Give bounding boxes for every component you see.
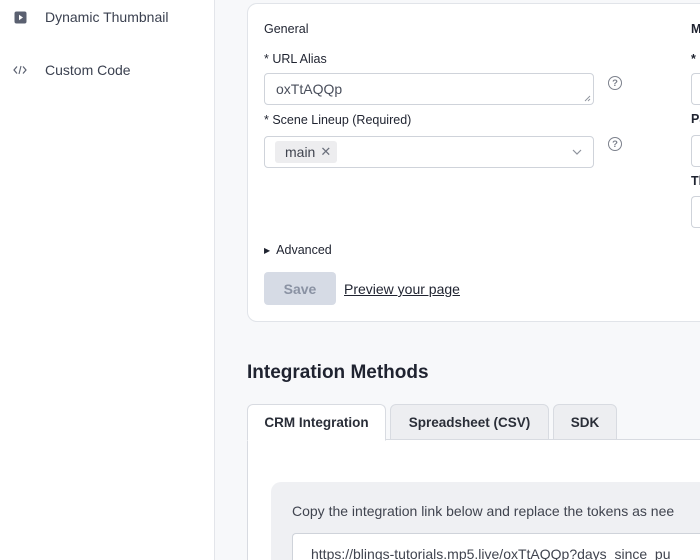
- sidebar-item-custom-code[interactable]: Custom Code: [0, 53, 214, 87]
- right-field-label-1: *: [691, 52, 696, 66]
- sidebar-item-label: Dynamic Thumbnail: [45, 9, 169, 25]
- scene-lineup-select[interactable]: main ✕: [264, 136, 594, 168]
- main-content: General * URL Alias oxTtAQQp ? * Scene L…: [215, 0, 700, 560]
- play-square-icon: [12, 9, 28, 25]
- right-field-label-2: Pa: [691, 112, 700, 126]
- help-icon[interactable]: ?: [608, 137, 622, 151]
- remove-tag-icon[interactable]: ✕: [320, 144, 331, 160]
- tab-crm-integration[interactable]: CRM Integration: [247, 404, 386, 441]
- right-field-input-1[interactable]: [691, 73, 700, 105]
- right-section-title: M: [691, 22, 700, 36]
- scene-lineup-label: * Scene Lineup (Required): [264, 113, 412, 127]
- tab-sdk[interactable]: SDK: [553, 404, 617, 440]
- integration-link-field[interactable]: https://blings-tutorials.mp5.live/oxTtAQ…: [292, 533, 700, 560]
- url-alias-value: oxTtAQQp: [276, 81, 343, 97]
- save-button[interactable]: Save: [264, 272, 336, 305]
- url-alias-label: * URL Alias: [264, 52, 327, 66]
- chevron-down-icon[interactable]: [571, 146, 583, 158]
- sidebar: Dynamic Thumbnail Custom Code: [0, 0, 215, 560]
- scene-tag: main ✕: [275, 141, 338, 163]
- scene-tag-label: main: [285, 144, 316, 160]
- right-field-input-2[interactable]: [691, 135, 700, 167]
- caret-right-icon: ▶: [264, 245, 271, 255]
- general-card: General * URL Alias oxTtAQQp ? * Scene L…: [247, 3, 700, 322]
- integration-title: Integration Methods: [247, 362, 429, 383]
- url-alias-input[interactable]: oxTtAQQp: [264, 73, 594, 105]
- code-icon: [12, 62, 28, 78]
- general-title: General: [264, 22, 309, 36]
- resize-grip-icon[interactable]: [584, 95, 591, 102]
- right-field-input-3[interactable]: [691, 196, 700, 228]
- help-icon[interactable]: ?: [608, 76, 622, 90]
- sidebar-item-dynamic-thumbnail[interactable]: Dynamic Thumbnail: [0, 0, 214, 34]
- tab-spreadsheet-csv[interactable]: Spreadsheet (CSV): [390, 404, 549, 440]
- sidebar-item-label: Custom Code: [45, 62, 131, 78]
- advanced-label: Advanced: [276, 243, 332, 257]
- advanced-toggle[interactable]: ▶ Advanced: [264, 243, 332, 257]
- right-field-label-3: Th: [691, 174, 700, 188]
- integration-link-text: https://blings-tutorials.mp5.live/oxTtAQ…: [311, 546, 671, 560]
- integration-instructions: Copy the integration link below and repl…: [292, 503, 675, 519]
- preview-link[interactable]: Preview your page: [344, 281, 460, 297]
